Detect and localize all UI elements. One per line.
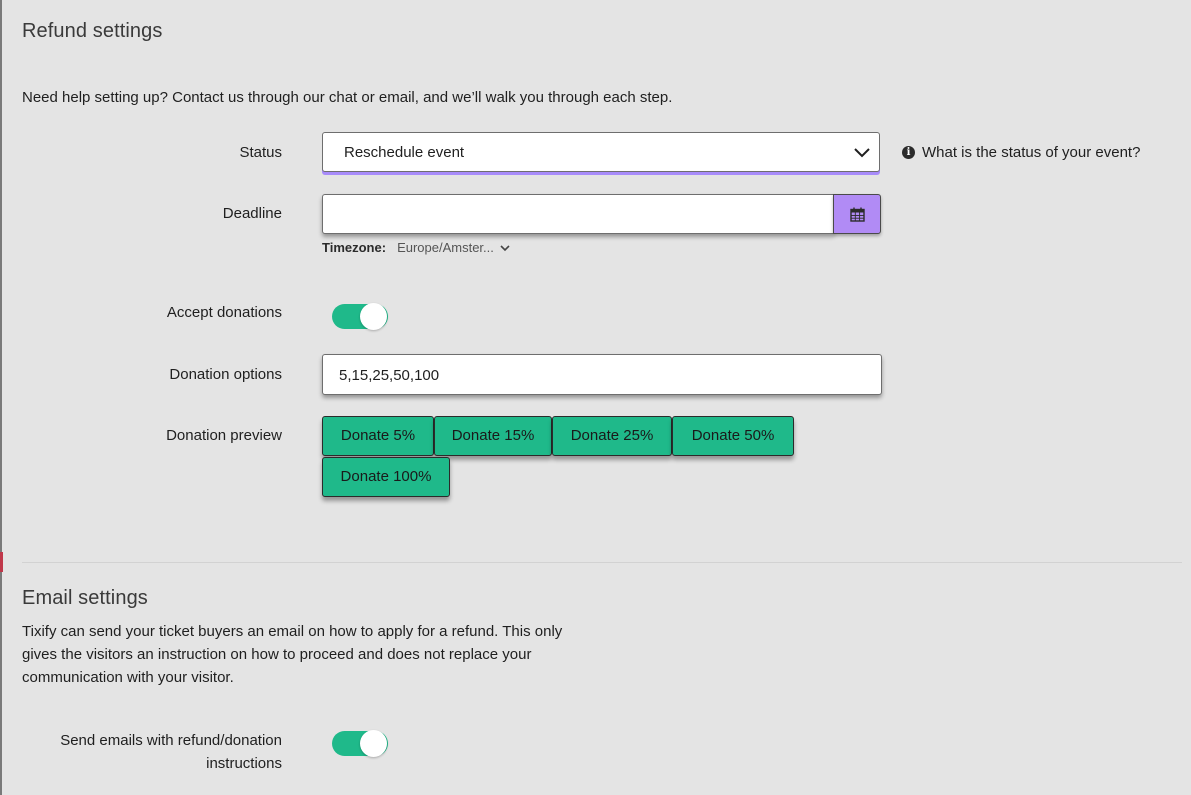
info-icon: i xyxy=(902,146,915,159)
calendar-button[interactable] xyxy=(833,194,881,234)
send-emails-toggle[interactable] xyxy=(332,730,388,757)
section-divider xyxy=(22,562,1182,563)
left-edge-marker xyxy=(0,552,3,572)
status-select-value: Reschedule event xyxy=(344,144,465,161)
accept-donations-toggle[interactable] xyxy=(332,303,388,330)
toggle-knob xyxy=(360,303,387,330)
help-text: Need help setting up? Contact us through… xyxy=(22,89,673,106)
donate-100-button[interactable]: Donate 100% xyxy=(322,457,450,497)
calendar-icon xyxy=(850,207,865,222)
left-edge-border xyxy=(0,0,2,795)
donation-preview-label: Donation preview xyxy=(166,427,282,444)
accept-donations-label: Accept donations xyxy=(166,304,282,321)
toggle-knob xyxy=(360,730,387,757)
send-emails-label: Send emails with refund/donation instruc… xyxy=(22,729,282,775)
donation-options-label: Donation options xyxy=(169,366,282,383)
timezone-select[interactable]: Europe/Amster... xyxy=(397,240,510,255)
deadline-input[interactable] xyxy=(322,194,834,234)
donate-5-button[interactable]: Donate 5% xyxy=(322,416,434,456)
status-label: Status xyxy=(239,144,282,161)
send-emails-label-line2: instructions xyxy=(206,755,282,772)
status-select[interactable]: Reschedule event xyxy=(322,132,880,172)
email-settings-description: Tixify can send your ticket buyers an em… xyxy=(22,623,563,686)
timezone-value: Europe/Amster... xyxy=(397,240,494,255)
donate-25-button[interactable]: Donate 25% xyxy=(552,416,672,456)
status-hint: i What is the status of your event? xyxy=(902,144,1140,161)
send-emails-label-line1: Send emails with refund/donation xyxy=(60,732,282,749)
chevron-down-icon xyxy=(500,244,510,251)
timezone-row: Timezone: Europe/Amster... xyxy=(322,240,510,255)
donate-15-button[interactable]: Donate 15% xyxy=(434,416,552,456)
chevron-down-icon xyxy=(854,148,870,158)
refund-settings-title: Refund settings xyxy=(22,20,163,42)
deadline-label: Deadline xyxy=(222,205,282,222)
donation-options-input[interactable]: 5,15,25,50,100 xyxy=(322,354,882,395)
refund-settings-page: Refund settings Need help setting up? Co… xyxy=(0,0,1191,795)
timezone-label: Timezone: xyxy=(322,240,387,255)
donate-50-button[interactable]: Donate 50% xyxy=(672,416,794,456)
status-hint-text: What is the status of your event? xyxy=(922,144,1141,161)
email-settings-title: Email settings xyxy=(22,587,148,609)
